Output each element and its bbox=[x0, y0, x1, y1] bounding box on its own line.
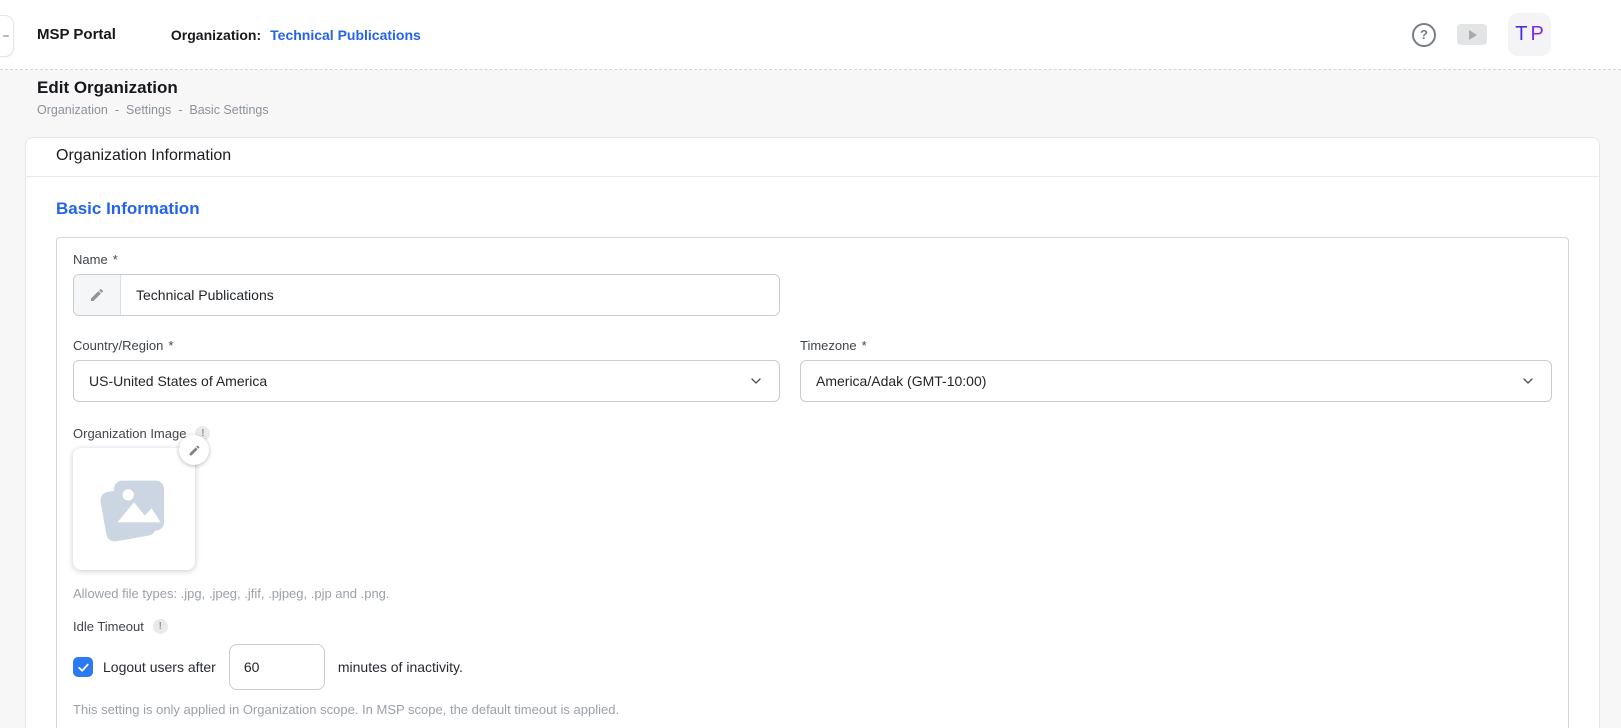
timeout-suffix-label: minutes of inactivity. bbox=[338, 659, 463, 675]
breadcrumb: Organization - Settings - Basic Settings bbox=[37, 103, 1621, 117]
name-input[interactable] bbox=[121, 275, 779, 315]
idle-timeout-row: Logout users after minutes of inactivity… bbox=[73, 644, 1552, 690]
basic-information-panel: Name * Country/Region * bbox=[56, 237, 1569, 728]
required-mark: * bbox=[862, 338, 867, 353]
check-icon bbox=[77, 661, 90, 674]
breadcrumb-item-basic-settings[interactable]: Basic Settings bbox=[189, 103, 268, 117]
timeout-minutes-input[interactable] bbox=[229, 644, 325, 690]
logout-checkbox-label: Logout users after bbox=[103, 659, 216, 675]
organization-image-label: Organization Image ! bbox=[73, 426, 1552, 441]
organization-information-card: Organization Information Basic Informati… bbox=[25, 137, 1600, 728]
brand-title: MSP Portal bbox=[37, 26, 116, 43]
timeout-note: This setting is only applied in Organiza… bbox=[73, 702, 1552, 717]
logout-checkbox[interactable] bbox=[73, 657, 93, 677]
pencil-icon bbox=[188, 444, 201, 457]
chevron-down-icon bbox=[748, 373, 764, 389]
country-label: Country/Region * bbox=[73, 338, 780, 353]
help-icon[interactable]: ? bbox=[1412, 23, 1436, 47]
organization-image-widget bbox=[73, 448, 195, 570]
topbar-actions: ? T P bbox=[1412, 13, 1551, 56]
edit-image-button[interactable] bbox=[179, 435, 209, 465]
avatar-initial: T bbox=[1515, 23, 1527, 46]
image-placeholder-icon bbox=[94, 469, 174, 549]
country-field: Country/Region * US-United States of Ame… bbox=[73, 338, 780, 402]
play-icon bbox=[1469, 30, 1477, 40]
organization-image-upload[interactable] bbox=[73, 448, 195, 570]
organization-label: Organization: bbox=[171, 27, 261, 43]
required-mark: * bbox=[113, 252, 118, 267]
page-header: Edit Organization Organization - Setting… bbox=[0, 70, 1621, 117]
idle-timeout-label: Idle Timeout ! bbox=[73, 619, 1552, 634]
country-timezone-row: Country/Region * US-United States of Ame… bbox=[73, 338, 1552, 402]
timezone-selected-value: America/Adak (GMT-10:00) bbox=[816, 373, 986, 389]
sidebar-collapse-button[interactable] bbox=[0, 15, 14, 57]
country-selected-value: US-United States of America bbox=[89, 373, 267, 389]
name-label: Name * bbox=[73, 252, 1552, 267]
page-title: Edit Organization bbox=[37, 78, 1621, 98]
section-title: Basic Information bbox=[56, 199, 1569, 219]
info-icon[interactable]: ! bbox=[153, 619, 168, 634]
card-header: Organization Information bbox=[26, 138, 1599, 177]
breadcrumb-separator: - bbox=[178, 103, 182, 117]
card-body: Basic Information Name * Country/ bbox=[26, 177, 1599, 728]
name-edit-addon bbox=[74, 275, 121, 315]
organization-image-section: Organization Image ! bbox=[73, 426, 1552, 601]
timezone-select[interactable]: America/Adak (GMT-10:00) bbox=[800, 360, 1552, 402]
collapse-icon bbox=[3, 35, 9, 37]
breadcrumb-item-organization[interactable]: Organization bbox=[37, 103, 108, 117]
top-bar: MSP Portal Organization: Technical Publi… bbox=[0, 0, 1621, 70]
avatar-initial: P bbox=[1530, 23, 1543, 46]
required-mark: * bbox=[168, 338, 173, 353]
breadcrumb-separator: - bbox=[115, 103, 119, 117]
avatar[interactable]: T P bbox=[1508, 13, 1551, 56]
organization-line: Organization: Technical Publications bbox=[171, 27, 421, 43]
country-select[interactable]: US-United States of America bbox=[73, 360, 780, 402]
pencil-icon bbox=[89, 287, 105, 303]
name-input-group bbox=[73, 274, 780, 316]
timezone-field: Timezone * America/Adak (GMT-10:00) bbox=[800, 338, 1552, 402]
allowed-file-types-text: Allowed file types: .jpg, .jpeg, .jfif, … bbox=[73, 586, 1552, 601]
timezone-label: Timezone * bbox=[800, 338, 1552, 353]
chevron-down-icon bbox=[1520, 373, 1536, 389]
tour-video-button[interactable] bbox=[1457, 24, 1487, 45]
organization-link[interactable]: Technical Publications bbox=[270, 27, 421, 43]
breadcrumb-item-settings[interactable]: Settings bbox=[126, 103, 171, 117]
